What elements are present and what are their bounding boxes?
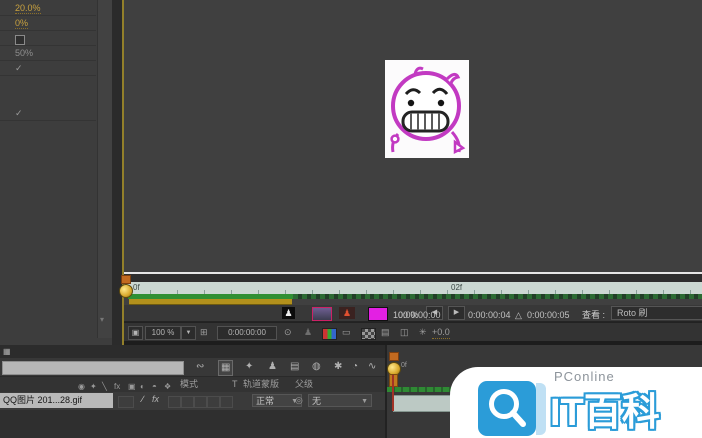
timeline-ruler-label: 0f [401,362,407,369]
parent-value: 无 [312,396,321,406]
time-indicator-top-marker[interactable] [121,275,131,284]
comp-mini-flowchart-icon[interactable]: ∾ [196,360,204,374]
motion-blur-icon[interactable]: ◍ [312,360,321,374]
layer-switch-box[interactable] [168,396,181,408]
roto-in-point: 0:00:00:00 [398,307,441,323]
row-divider [0,60,96,61]
layer-switch-box[interactable] [194,396,207,408]
panel-menu-icon[interactable]: ▦ [3,345,11,359]
timeline-cti-top-marker[interactable] [389,352,399,361]
zoom-level-select[interactable]: 100 % [145,326,181,340]
snapshot-icon[interactable]: ⊙ [284,326,292,338]
parent-pickwhip-icon[interactable]: ◎ [295,395,303,406]
property-row [0,32,96,46]
layer-name[interactable]: QQ图片 201...28.gif [0,393,113,408]
3d-view-icon[interactable]: ◫ [400,326,409,338]
draft-3d-icon[interactable]: ✦ [245,360,253,374]
graph-editor-icon[interactable]: ∿ [368,360,376,374]
toggle-alpha-boundary-icon[interactable] [312,307,332,321]
timeline-properties-panel: 20.0% 0% 50% ✓ ✓ ▾ [0,0,112,345]
layer-video-switch[interactable] [118,396,134,408]
brainstorm-icon[interactable]: ✱ [334,360,342,374]
exposure-value[interactable]: +0.0 [432,326,450,339]
shy-layers-icon[interactable]: ♟ [268,360,277,374]
property-row: 50% [0,46,96,60]
auto-keyframe-icon[interactable]: ◔ [352,360,358,374]
watermark-logo [478,381,536,436]
watermark-title-text: IT百科 [550,381,660,436]
view-select[interactable]: Roto 刷 [611,306,702,320]
viewer-options-bar: ▣ 100 % ▼ ⊞ 0:00:00:00 ⊙ ♟ ▭ ▤ ◫ ✳ +0.0 [124,322,702,342]
row-divider [0,75,96,76]
view-label: 查看 : [582,307,605,323]
column-header-parent[interactable]: 父级 [295,377,313,392]
layer-switch-box[interactable] [220,396,233,408]
overlay-color-swatch[interactable] [368,307,388,321]
column-header-mode[interactable]: 模式 [180,377,198,392]
frame-blending-icon[interactable]: ▤ [290,360,299,374]
hand-tool-icon[interactable]: ▣ [128,326,143,340]
property-value-percent[interactable]: 0% [15,18,28,29]
property-checkmark[interactable]: ✓ [15,108,23,118]
row-divider [0,45,96,46]
layer-switch-box[interactable] [207,396,220,408]
layer-fx-badge[interactable]: fx [152,394,159,404]
current-time-indicator[interactable] [119,284,133,298]
dropdown-arrow-icon: ▼ [361,395,368,408]
timeline-cti-line[interactable] [392,375,394,411]
property-row: 20.0% [0,1,96,15]
toggle-alpha-icon[interactable]: ♟ [282,307,295,319]
character-artwork[interactable] [385,60,469,158]
scrollbar-track[interactable]: ▾ [97,0,113,338]
layer-draw-icon[interactable]: ∕ [142,394,144,404]
delta-icon: △ [515,307,522,323]
property-checkmark[interactable]: ✓ [15,63,23,73]
show-channel-icon[interactable] [322,328,337,340]
roto-duration: 0:00:00:05 [527,307,570,323]
property-value-static: 50% [15,48,33,58]
row-divider [0,120,96,121]
show-snapshot-icon[interactable]: ♟ [304,326,312,338]
magnifier-icon [478,381,536,436]
watermark: PConline IT百科 [450,367,702,438]
timeline-search-field[interactable] [2,361,184,375]
pixel-aspect-icon[interactable]: ▤ [381,326,390,338]
parent-select[interactable]: 无 ▼ [308,394,372,407]
scroll-down-icon[interactable]: ▾ [100,315,104,324]
toggle-alpha-overlay-icon[interactable]: ♟ [339,307,355,319]
row-divider [0,30,96,31]
transparency-grid-icon[interactable] [361,328,376,340]
property-row: ✓ [0,61,96,75]
layer-switch-box[interactable] [181,396,194,408]
column-header-track-matte[interactable]: 轨道蒙版 [243,377,279,392]
after-effects-window: 20.0% 0% 50% ✓ ✓ ▾ [0,0,702,438]
ruler-backing [124,274,702,282]
zoom-dropdown-icon[interactable]: ▼ [181,326,196,340]
row-divider [0,15,96,16]
roto-out-point: 0:00:00:04 [468,307,511,323]
time-ruler[interactable]: 0f 02f [124,282,702,294]
resolution-icon[interactable]: ▭ [342,326,351,338]
property-row: 0% [0,16,96,30]
next-frame-button[interactable]: ▶ [448,306,465,320]
grid-guides-icon[interactable]: ⊞ [200,326,208,338]
property-checkbox[interactable] [15,35,25,45]
exposure-icon[interactable]: ✳ [419,326,427,338]
column-header-t[interactable]: T [232,377,238,392]
property-value-percent[interactable]: 20.0% [15,3,41,14]
blend-mode-value: 正常 [256,396,274,406]
roto-brush-bar: ♟ ♟ 100 % ◀ 0:00:00:00 ▶ 0:00:00:04 △ 0:… [124,305,702,322]
watermark-page-shape [536,383,546,435]
property-row: ✓ [0,106,96,120]
roto-span-bar-extrapolated[interactable] [293,294,702,299]
graph-editor-box-icon[interactable]: ▦ [218,360,233,376]
current-time-display[interactable]: 0:00:00:00 [217,326,277,340]
